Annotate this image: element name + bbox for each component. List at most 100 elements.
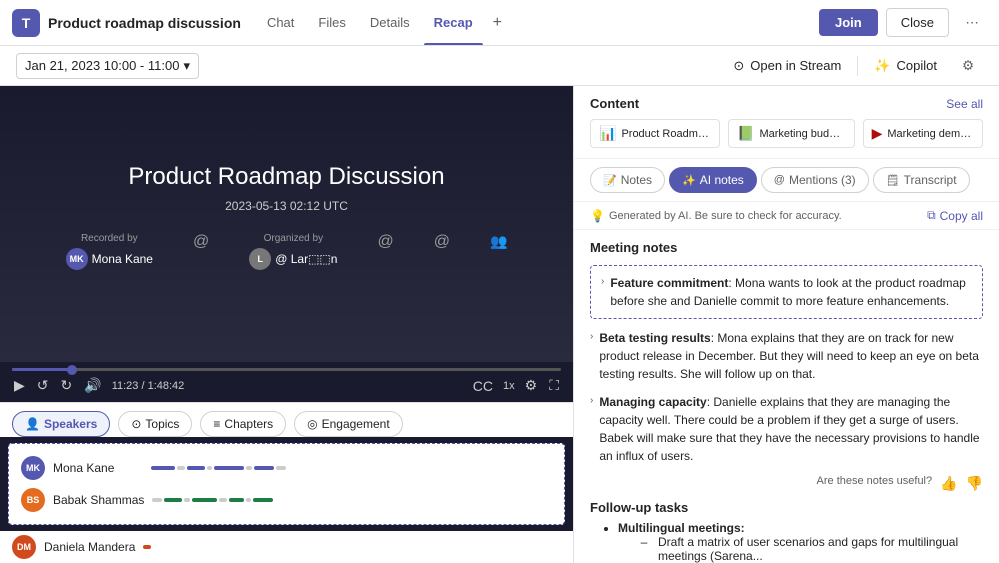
meeting-notes-title: Meeting notes	[590, 240, 983, 255]
speed-label: 1x	[503, 380, 515, 392]
speakers-icon: 👤	[25, 417, 40, 431]
followup-list: Multilingual meetings: Draft a matrix of…	[606, 521, 983, 563]
ai-notes-icon: ✨	[682, 174, 696, 187]
tab-chat[interactable]: Chat	[257, 11, 304, 34]
right-panel: Content See all 📊 Product Roadmap... 📗 M…	[573, 86, 999, 563]
notes-content: Meeting notes › Feature commitment: Mona…	[574, 230, 999, 563]
speaker-item-daniela: DM Daniela Mandera	[0, 531, 573, 563]
tab-recap[interactable]: Recap	[424, 11, 483, 34]
top-bar-right: Join Close ⋯	[819, 8, 987, 38]
join-button[interactable]: Join	[819, 9, 878, 36]
date-label: Jan 21, 2023 10:00 - 11:00	[25, 58, 179, 73]
speaker-list: MK Mona Kane BS Babak Shammas	[8, 443, 565, 525]
transcript-tab[interactable]: 🗒 Transcript	[873, 167, 970, 193]
excel-icon: 📗	[737, 125, 754, 142]
topics-icon: ⊙	[131, 417, 141, 431]
mentions-icon: @	[774, 174, 785, 186]
copilot-icon: ✨	[874, 58, 890, 74]
recorded-by: Recorded by MK Mona Kane	[66, 233, 153, 270]
speakers-tab[interactable]: 👤 Speakers	[12, 411, 110, 437]
settings-video-button[interactable]: ⚙	[523, 375, 540, 396]
rewind-button[interactable]: ↺	[35, 375, 51, 396]
participants-icon: 👥	[490, 233, 507, 270]
play-button[interactable]: ▶	[12, 375, 27, 396]
captions-button[interactable]: CC	[471, 376, 495, 396]
video-controls: ▶ ↺ ↻ 🔊 11:23 / 1:48:42 CC 1x ⚙ ⛶	[0, 362, 573, 402]
progress-bar[interactable]	[12, 368, 561, 371]
content-card-ppt[interactable]: 📊 Product Roadmap...	[590, 119, 720, 148]
speaker-item-mona: MK Mona Kane	[21, 452, 552, 484]
video-container: Product Roadmap Discussion 2023-05-13 02…	[0, 86, 573, 362]
copilot-button[interactable]: ✨ Copilot	[874, 58, 937, 74]
followup-sub-list: Draft a matrix of user scenarios and gap…	[630, 535, 983, 563]
progress-fill	[12, 368, 72, 371]
stream-icon: ⊙	[733, 58, 744, 74]
ai-sparkle-icon: 💡	[590, 209, 605, 223]
content-section: Content See all 📊 Product Roadmap... 📗 M…	[574, 86, 999, 159]
date-selector[interactable]: Jan 21, 2023 10:00 - 11:00 ▾	[16, 53, 199, 79]
second-bar: Jan 21, 2023 10:00 - 11:00 ▾ ⊙ Open in S…	[0, 46, 999, 86]
followup-sub-item: Draft a matrix of user scenarios and gap…	[654, 535, 983, 563]
followup-title: Follow-up tasks	[590, 500, 983, 515]
add-tab-icon[interactable]: +	[487, 12, 508, 34]
followup-item-multilingual: Multilingual meetings: Draft a matrix of…	[618, 521, 983, 563]
engagement-tab[interactable]: ◎ Engagement	[294, 411, 403, 437]
app-icon: T	[12, 9, 40, 37]
at-icon-3: @	[434, 233, 450, 270]
daniela-bars	[143, 545, 561, 549]
more-options-icon[interactable]: ⋯	[957, 8, 987, 38]
tab-files[interactable]: Files	[308, 11, 355, 34]
mona-bars	[151, 466, 552, 470]
babak-avatar: BS	[21, 488, 45, 512]
stream-video-icon: ▶	[872, 125, 883, 142]
engagement-icon: ◎	[307, 417, 317, 431]
right-controls: CC 1x ⚙ ⛶	[471, 375, 561, 396]
content-card-stream[interactable]: ▶ Marketing demo f...	[863, 119, 983, 148]
notes-tab[interactable]: 📝 Notes	[590, 167, 665, 193]
chevron-beta: ›	[590, 331, 593, 342]
settings-icon[interactable]: ⚙	[953, 51, 983, 81]
time-display: 11:23 / 1:48:42	[112, 380, 185, 392]
nav-tabs: Chat Files Details Recap +	[257, 11, 508, 34]
forward-button[interactable]: ↻	[59, 375, 75, 396]
daniela-avatar: DM	[12, 535, 36, 559]
content-header: Content See all	[590, 96, 983, 111]
content-card-excel[interactable]: 📗 Marketing budget...	[728, 119, 855, 148]
note-item-beta: › Beta testing results: Mona explains th…	[590, 329, 983, 383]
open-in-stream-button[interactable]: ⊙ Open in Stream	[733, 58, 841, 74]
transcript-icon: 🗒	[886, 174, 900, 187]
video-panel: Product Roadmap Discussion 2023-05-13 02…	[0, 86, 573, 563]
speaker-tabs: 👤 Speakers ⊙ Topics ≡ Chapters ◎ Engagem…	[0, 402, 573, 437]
note-text-beta: Beta testing results: Mona explains that…	[599, 329, 983, 383]
topics-tab[interactable]: ⊙ Topics	[118, 411, 192, 437]
ai-notice: 💡 Generated by AI. Be sure to check for …	[574, 202, 999, 230]
volume-button[interactable]: 🔊	[82, 375, 103, 396]
tab-details[interactable]: Details	[360, 11, 420, 34]
video-date: 2023-05-13 02:12 UTC	[225, 199, 348, 213]
chevron-down-icon: ▾	[183, 58, 190, 74]
main-area: Product Roadmap Discussion 2023-05-13 02…	[0, 86, 999, 563]
meeting-title: Product roadmap discussion	[48, 15, 241, 31]
controls-row: ▶ ↺ ↻ 🔊 11:23 / 1:48:42 CC 1x ⚙ ⛶	[12, 375, 561, 396]
mona-avatar: MK	[21, 456, 45, 480]
organized-by: Organized by L @ Lar⬚⬚n	[249, 233, 337, 270]
video-title: Product Roadmap Discussion	[128, 163, 444, 191]
see-all-link[interactable]: See all	[946, 97, 983, 111]
top-bar: T Product roadmap discussion Chat Files …	[0, 0, 999, 46]
speaker-item-babak: BS Babak Shammas	[21, 484, 552, 516]
chapters-icon: ≡	[213, 417, 220, 431]
note-item-feature: › Feature commitment: Mona wants to look…	[590, 265, 983, 319]
thumbs-down-button[interactable]: 👎	[966, 475, 983, 492]
copy-all-button[interactable]: ⧉ Copy all	[927, 208, 983, 223]
ai-notes-tab[interactable]: ✨ AI notes	[669, 167, 757, 193]
babak-bars	[152, 498, 552, 502]
close-button[interactable]: Close	[886, 8, 949, 37]
fullscreen-button[interactable]: ⛶	[547, 375, 561, 396]
thumbs-up-button[interactable]: 👍	[940, 475, 957, 492]
chapters-tab[interactable]: ≡ Chapters	[200, 411, 286, 437]
notes-tab-icon: 📝	[603, 174, 617, 187]
ppt-icon: 📊	[599, 125, 616, 142]
mentions-tab[interactable]: @ Mentions (3)	[761, 167, 869, 193]
copy-icon: ⧉	[927, 208, 936, 223]
at-icon-2: @	[377, 233, 393, 270]
